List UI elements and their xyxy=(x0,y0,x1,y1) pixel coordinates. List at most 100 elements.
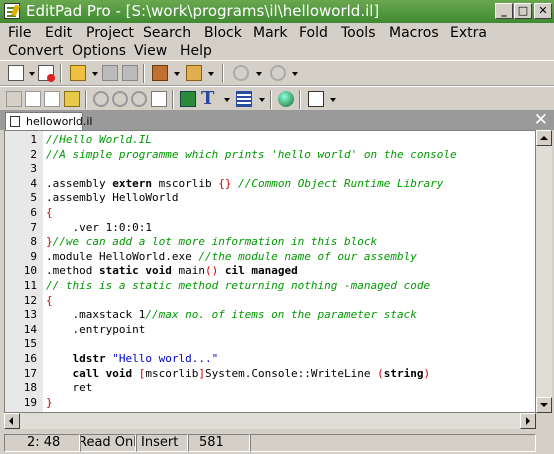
replace-icon[interactable] xyxy=(151,91,167,107)
menu-macros[interactable]: Macros xyxy=(389,24,439,42)
scroll-down-button[interactable] xyxy=(536,397,552,413)
code-line[interactable]: 3 xyxy=(5,162,535,177)
chevron-down-icon[interactable] xyxy=(292,72,298,76)
undo-icon[interactable] xyxy=(233,65,249,81)
save-icon[interactable] xyxy=(102,65,118,81)
syntax-color-icon[interactable] xyxy=(236,91,252,107)
code-line[interactable]: 8}//we can add a lot more information in… xyxy=(5,235,535,250)
code-line[interactable]: 18 ret xyxy=(5,381,535,396)
line-number: 10 xyxy=(23,264,37,278)
redo-icon[interactable] xyxy=(270,65,286,81)
code-text: //Hello World.IL xyxy=(46,133,152,148)
chevron-down-icon[interactable] xyxy=(208,72,214,76)
code-line[interactable]: 16 ldstr "Hello world..." xyxy=(5,352,535,367)
chevron-down-icon[interactable] xyxy=(92,72,98,76)
menu-search[interactable]: Search xyxy=(143,24,191,42)
clear-icon[interactable] xyxy=(64,91,80,107)
menu-view[interactable]: View xyxy=(134,42,167,60)
code-token: { xyxy=(46,206,53,219)
code-line[interactable]: 13 .maxstack 1//max no. of items on the … xyxy=(5,308,535,323)
line-number: 1 xyxy=(30,133,37,146)
line-number: 6 xyxy=(30,206,37,219)
code-line[interactable]: 15 xyxy=(5,337,535,352)
title-bar[interactable]: EditPad Pro - [S:\work\programs\il\hello… xyxy=(0,0,554,23)
code-line[interactable]: 2 //A simple programme which prints 'hell… xyxy=(5,148,535,163)
close-tab-icon[interactable]: ✕ xyxy=(534,110,548,130)
code-editor[interactable]: 1 //Hello World.IL 2 //A simple programme w… xyxy=(4,130,536,413)
maximize-button[interactable]: □ xyxy=(514,3,532,19)
code-line[interactable]: 10 .method static void main() cil managed xyxy=(5,264,535,279)
code-token: .assembly xyxy=(46,176,113,190)
copy-icon[interactable] xyxy=(25,91,41,107)
vertical-scrollbar[interactable] xyxy=(536,130,552,413)
code-token: {} xyxy=(218,176,232,190)
code-line[interactable]: 9 .module HelloWorld.exe //the module nam… xyxy=(5,250,535,265)
menu-help[interactable]: Help xyxy=(180,42,212,60)
favorites-icon[interactable] xyxy=(186,65,202,81)
code-line[interactable]: 4 .assembly extern mscorlib {} //Common O… xyxy=(5,177,535,192)
code-token: static void xyxy=(98,264,172,278)
code-token: "Hello world..." xyxy=(112,352,219,365)
project-icon[interactable] xyxy=(152,65,168,81)
scroll-left-button[interactable] xyxy=(4,413,20,429)
code-line[interactable]: 7 .ver 1:0:0:1 xyxy=(5,221,535,236)
menu-project[interactable]: Project xyxy=(86,24,134,42)
close-button[interactable]: ✕ xyxy=(534,3,552,19)
chevron-down-icon[interactable] xyxy=(256,72,262,76)
font-icon[interactable]: T xyxy=(201,90,217,108)
file-type-icon[interactable] xyxy=(308,91,324,107)
menu-tools[interactable]: Tools xyxy=(341,24,376,42)
save-all-icon[interactable] xyxy=(122,65,138,81)
code-line[interactable]: 6{ xyxy=(5,206,535,221)
code-token: call void xyxy=(72,366,133,380)
close-file-icon[interactable] xyxy=(38,65,55,82)
code-line[interactable]: 19} xyxy=(5,396,535,411)
scroll-up-button[interactable] xyxy=(536,130,552,146)
code-line[interactable]: 5 .assembly HelloWorld xyxy=(5,191,535,206)
line-number: 12 xyxy=(23,293,37,307)
globe-icon[interactable] xyxy=(278,91,294,107)
status-bar: 2: 48 Read Only Insert 581 xyxy=(0,432,554,454)
search-prev-icon[interactable] xyxy=(131,91,147,107)
code-line[interactable]: 14 .entrypoint xyxy=(5,323,535,338)
menu-fold[interactable]: Fold xyxy=(299,24,328,42)
menu-mark[interactable]: Mark xyxy=(253,24,288,42)
menu-edit[interactable]: Edit xyxy=(45,24,72,42)
tab-helloworld[interactable]: helloworld.il xyxy=(5,112,92,130)
horizontal-scrollbar[interactable] xyxy=(4,413,536,429)
open-folder-icon[interactable] xyxy=(70,65,86,81)
chevron-down-icon[interactable] xyxy=(259,98,265,102)
line-number: 13 xyxy=(23,308,37,322)
code-line[interactable]: 12 { xyxy=(5,294,535,309)
search-next-icon[interactable] xyxy=(112,91,128,107)
line-number: 14 xyxy=(23,322,37,336)
code-line[interactable]: 17 call void [mscorlib]System.Console::W… xyxy=(5,367,535,382)
code-line[interactable]: 1 //Hello World.IL xyxy=(5,133,535,148)
code-token: //A simple programme which prints 'hello… xyxy=(46,147,457,161)
menu-options[interactable]: Options xyxy=(72,42,126,60)
read-only-indicator[interactable]: Read Only xyxy=(80,434,136,452)
paste-icon[interactable] xyxy=(44,91,60,107)
minimize-button[interactable]: _ xyxy=(495,3,513,19)
file-icon xyxy=(10,116,20,127)
insert-mode-indicator[interactable]: Insert xyxy=(136,434,188,452)
chevron-down-icon[interactable] xyxy=(224,98,230,102)
cursor-position: 2: 48 xyxy=(4,434,80,452)
cut-icon[interactable] xyxy=(6,91,22,107)
line-number: 19 xyxy=(23,395,37,409)
menu-convert[interactable]: Convert xyxy=(8,42,63,60)
goto-line-icon[interactable] xyxy=(180,91,196,107)
chevron-down-icon[interactable] xyxy=(174,72,180,76)
editpad-app-icon[interactable] xyxy=(4,3,20,19)
code-line[interactable]: 11 // this is a static method returning n… xyxy=(5,279,535,294)
search-icon[interactable] xyxy=(93,91,109,107)
menu-file[interactable]: File xyxy=(8,24,31,42)
window-title: EditPad Pro - [S:\work\programs\il\hello… xyxy=(26,2,380,20)
code-token: //Hello World.IL xyxy=(46,133,152,146)
scroll-right-button[interactable] xyxy=(520,413,536,429)
menu-block[interactable]: Block xyxy=(204,24,242,42)
chevron-down-icon[interactable] xyxy=(330,98,336,102)
new-file-icon[interactable] xyxy=(8,65,24,81)
chevron-down-icon[interactable] xyxy=(29,72,35,76)
menu-extra[interactable]: Extra xyxy=(450,24,487,42)
